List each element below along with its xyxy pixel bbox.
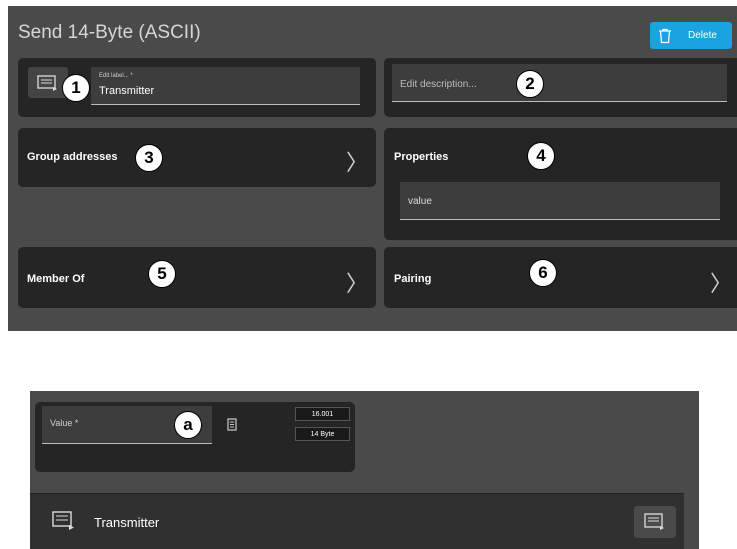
label-field-value: Transmitter	[99, 85, 155, 97]
delete-button[interactable]: Delete	[650, 22, 732, 49]
object-row[interactable]: Transmitter	[30, 493, 684, 549]
group-addresses-card[interactable]: Group addresses 〉	[18, 128, 376, 187]
chevron-right-icon: 〉	[710, 272, 733, 297]
document-icon[interactable]	[227, 418, 237, 431]
property-value-field[interactable]: value	[400, 182, 720, 220]
value-placeholder: Value *	[50, 418, 79, 428]
group-addresses-label: Group addresses	[27, 151, 118, 163]
size-badge: 14 Byte	[295, 427, 350, 441]
label-field[interactable]: Edit label... * Transmitter	[91, 67, 360, 105]
callout-2: 2	[516, 70, 544, 98]
page-title: Send 14-Byte (ASCII)	[18, 22, 201, 43]
trash-icon	[659, 28, 671, 43]
callout-a: a	[174, 411, 202, 439]
description-card: Edit description...	[384, 58, 737, 117]
callout-4: 4	[527, 142, 555, 170]
callout-5: 5	[148, 260, 176, 288]
description-field[interactable]: Edit description...	[392, 64, 727, 102]
pairing-label: Pairing	[394, 273, 432, 285]
callout-1: 1	[62, 74, 90, 102]
chevron-right-icon: 〉	[346, 272, 369, 297]
object-row-label: Transmitter	[94, 515, 160, 530]
callout-6: 6	[529, 259, 557, 287]
description-placeholder: Edit description...	[400, 79, 477, 90]
send-button[interactable]	[634, 506, 676, 538]
property-value-text: value	[408, 196, 432, 207]
member-of-label: Member Of	[27, 273, 85, 285]
transmitter-icon	[644, 513, 664, 530]
chevron-right-icon: 〉	[346, 151, 369, 176]
pairing-card[interactable]: Pairing 〉	[384, 247, 737, 308]
transmitter-icon	[52, 511, 74, 530]
object-widget-panel: Value * 16.001 14 Byte Transmitter	[30, 391, 699, 549]
delete-button-label: Delete	[688, 30, 717, 41]
properties-label: Properties	[394, 151, 449, 163]
member-of-card[interactable]: Member Of 〉	[18, 247, 376, 308]
callout-3: 3	[135, 144, 163, 172]
transmitter-icon	[37, 74, 57, 91]
datapoint-type-badge: 16.001	[295, 407, 350, 421]
label-field-caption: Edit label... *	[99, 73, 133, 79]
properties-card: Properties value	[384, 128, 737, 240]
object-editor-panel: Send 14-Byte (ASCII) Delete Edit label..…	[8, 6, 737, 331]
